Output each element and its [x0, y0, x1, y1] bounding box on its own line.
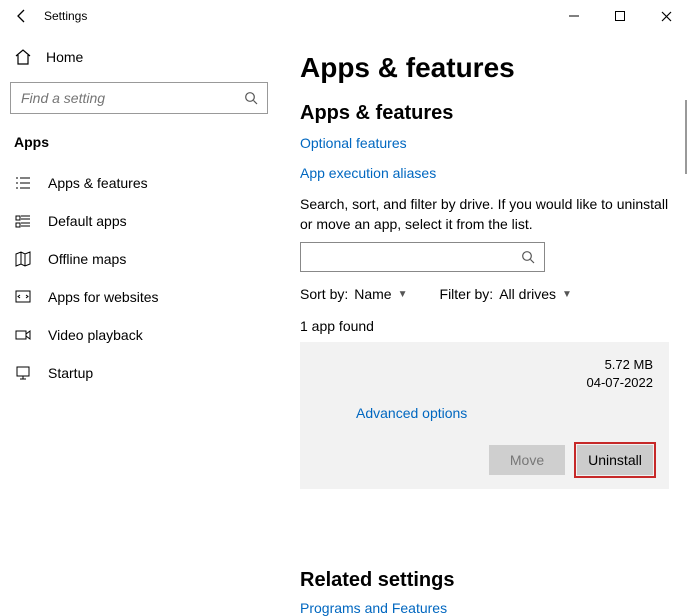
sidebar-item-label: Apps & features	[48, 175, 148, 191]
app-size: 5.72 MB	[587, 356, 654, 374]
content-area: Apps & features Apps & features Optional…	[278, 32, 689, 587]
apps-websites-icon	[14, 288, 32, 306]
related-settings-title: Related settings	[300, 569, 669, 592]
result-count: 1 app found	[300, 318, 669, 334]
startup-icon	[14, 364, 32, 382]
sidebar-item-label: Startup	[48, 365, 93, 381]
sort-by-dropdown[interactable]: Sort by: Name ▼	[300, 286, 408, 302]
sidebar-item-label: Default apps	[48, 213, 127, 229]
link-advanced-options[interactable]: Advanced options	[356, 405, 467, 421]
sidebar-item-label: Offline maps	[48, 251, 126, 267]
link-optional-features[interactable]: Optional features	[300, 135, 669, 151]
search-field[interactable]	[19, 89, 244, 107]
back-button[interactable]	[8, 8, 36, 24]
sidebar-item-offline-maps[interactable]: Offline maps	[0, 240, 278, 278]
window-title: Settings	[44, 9, 87, 23]
sort-label: Sort by:	[300, 286, 348, 302]
chevron-down-icon: ▼	[562, 289, 572, 300]
filter-by-dropdown[interactable]: Filter by: All drives ▼	[440, 286, 572, 302]
sidebar-home-label: Home	[46, 49, 83, 65]
maximize-button[interactable]	[597, 0, 643, 32]
link-programs-features[interactable]: Programs and Features	[300, 600, 669, 616]
scrollbar[interactable]	[685, 100, 687, 174]
uninstall-button[interactable]: Uninstall	[577, 445, 653, 475]
map-icon	[14, 250, 32, 268]
sidebar-item-video-playback[interactable]: Video playback	[0, 316, 278, 354]
filter-label: Filter by:	[440, 286, 494, 302]
sidebar-item-apps-websites[interactable]: Apps for websites	[0, 278, 278, 316]
sidebar-item-startup[interactable]: Startup	[0, 354, 278, 392]
default-apps-icon	[14, 212, 32, 230]
app-date: 04-07-2022	[587, 374, 654, 392]
close-button[interactable]	[643, 0, 689, 32]
search-icon	[521, 250, 536, 265]
section-title: Apps & features	[300, 102, 669, 125]
page-title: Apps & features	[300, 52, 669, 84]
sidebar-home[interactable]: Home	[0, 40, 278, 74]
app-list-item[interactable]: 5.72 MB 04-07-2022 Advanced options Move…	[300, 342, 669, 488]
move-button: Move	[489, 445, 565, 475]
search-input[interactable]	[10, 82, 268, 114]
list-icon	[14, 174, 32, 192]
chevron-down-icon: ▼	[398, 289, 408, 300]
sidebar-item-apps-features[interactable]: Apps & features	[0, 164, 278, 202]
search-icon	[244, 91, 259, 106]
link-app-execution-aliases[interactable]: App execution aliases	[300, 165, 669, 181]
sidebar-item-label: Video playback	[48, 327, 143, 343]
app-search-input[interactable]	[300, 242, 545, 272]
filter-value: All drives	[499, 286, 556, 302]
sidebar-category: Apps	[0, 126, 278, 164]
sort-value: Name	[354, 286, 391, 302]
sidebar-item-label: Apps for websites	[48, 289, 159, 305]
video-icon	[14, 326, 32, 344]
minimize-button[interactable]	[551, 0, 597, 32]
sidebar: Home Apps Apps & features Default apps	[0, 32, 278, 587]
help-text: Search, sort, and filter by drive. If yo…	[300, 195, 669, 234]
home-icon	[14, 48, 32, 66]
sidebar-item-default-apps[interactable]: Default apps	[0, 202, 278, 240]
